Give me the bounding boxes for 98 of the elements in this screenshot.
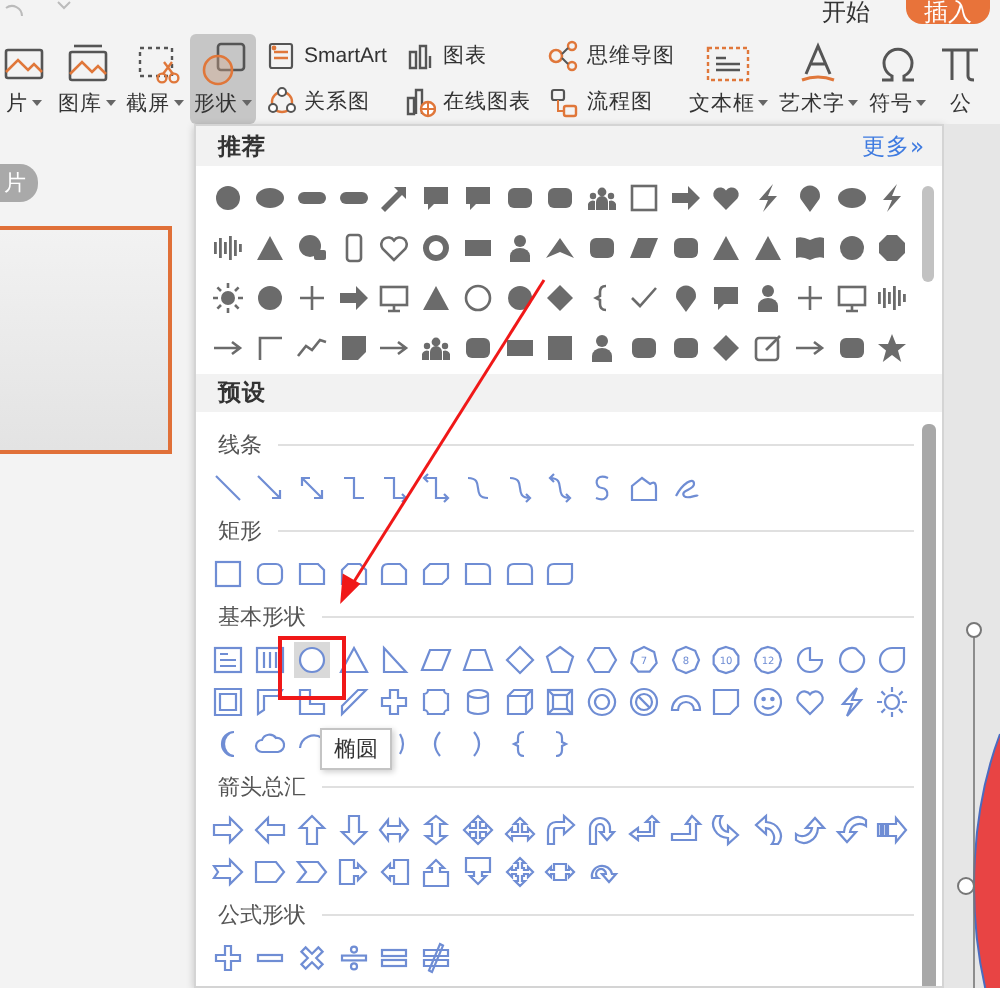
smiley-icon[interactable] bbox=[750, 683, 787, 719]
elbow-double-arrow-connector-icon[interactable] bbox=[418, 469, 455, 505]
curved-arrow-icon[interactable] bbox=[750, 811, 787, 847]
arrow-callout-icon[interactable] bbox=[459, 853, 496, 889]
l-shape-icon[interactable] bbox=[293, 683, 330, 719]
chevron-icon[interactable] bbox=[56, 0, 72, 12]
section-title: 预设 bbox=[218, 378, 266, 408]
down-arrow-icon[interactable] bbox=[335, 811, 372, 847]
half-frame-icon[interactable] bbox=[252, 683, 289, 719]
curved-arrow-icon[interactable] bbox=[708, 811, 745, 847]
scrollbar-thumb[interactable] bbox=[921, 186, 934, 282]
circle-icon[interactable] bbox=[459, 279, 496, 315]
diagonal-stripe-icon[interactable] bbox=[335, 683, 372, 719]
group-title: 公式形状 bbox=[218, 899, 306, 929]
plaque-icon[interactable] bbox=[418, 683, 455, 719]
screenshot-button[interactable]: 截屏 bbox=[122, 34, 188, 124]
section-title: 推荐 bbox=[218, 131, 266, 161]
cycle-diagram-button[interactable]: 关系图 bbox=[262, 83, 391, 120]
sun-icon[interactable] bbox=[874, 683, 911, 719]
arrow-callout-icon[interactable] bbox=[335, 853, 372, 889]
group-title: 箭头总汇 bbox=[218, 771, 306, 801]
resize-handle[interactable] bbox=[966, 622, 982, 638]
picture-button[interactable]: 片 bbox=[0, 34, 52, 124]
smartart-button[interactable]: SmartArt bbox=[262, 38, 391, 75]
ribbon-tab[interactable]: 开始 bbox=[814, 0, 878, 24]
up-arrow-icon[interactable] bbox=[293, 811, 330, 847]
bar-chart-icon bbox=[404, 40, 437, 73]
edit-icon[interactable] bbox=[750, 329, 787, 365]
diamond-icon[interactable] bbox=[501, 641, 538, 677]
tooltip: 椭圆 bbox=[320, 728, 392, 770]
ring-icon[interactable] bbox=[418, 229, 455, 265]
globe-icon[interactable] bbox=[293, 229, 330, 265]
square-icon[interactable] bbox=[210, 555, 247, 591]
striped-arrow-icon[interactable] bbox=[874, 811, 911, 847]
star-icon[interactable] bbox=[874, 329, 911, 365]
octagon-icon[interactable] bbox=[874, 229, 911, 265]
flowchart-button[interactable]: 流程图 bbox=[544, 83, 679, 120]
ring-icon[interactable] bbox=[584, 683, 621, 719]
notched-arrow-icon[interactable] bbox=[210, 853, 247, 889]
frame-icon[interactable] bbox=[210, 683, 247, 719]
shapes-icon bbox=[199, 40, 247, 88]
smartart-icon bbox=[266, 40, 298, 73]
bar-chart-button[interactable]: 图表 bbox=[400, 38, 535, 75]
curved-arrow-icon[interactable] bbox=[833, 811, 870, 847]
u-turn-arrow-icon[interactable] bbox=[584, 811, 621, 847]
cube-icon[interactable] bbox=[501, 683, 538, 719]
shapes-button[interactable]: 形状 bbox=[190, 34, 256, 124]
bent-up-arrow-icon[interactable] bbox=[667, 811, 704, 847]
group-title: 线条 bbox=[218, 429, 262, 459]
text-box-button[interactable]: 文本框 bbox=[684, 34, 773, 124]
not-equal-sign-icon[interactable] bbox=[418, 939, 455, 975]
cycle-diagram-icon bbox=[266, 85, 298, 118]
pie-icon[interactable] bbox=[791, 641, 828, 677]
gallery-button[interactable]: 图库 bbox=[54, 34, 120, 124]
circle-icon[interactable] bbox=[293, 641, 330, 677]
diamond-icon[interactable] bbox=[708, 329, 745, 365]
sun-icon[interactable] bbox=[210, 279, 247, 315]
word-art-button[interactable]: 艺术字 bbox=[774, 34, 863, 124]
cross-icon[interactable] bbox=[376, 683, 413, 719]
flowchart-icon bbox=[548, 85, 581, 118]
symbol-button[interactable]: 符号 bbox=[864, 34, 931, 124]
pentagon-icon[interactable] bbox=[542, 641, 579, 677]
highlight-frame bbox=[278, 636, 346, 700]
arrow-callout-icon[interactable] bbox=[376, 853, 413, 889]
text-box-icon[interactable] bbox=[210, 641, 247, 677]
mind-map-icon bbox=[548, 40, 581, 73]
left-up-arrow-icon[interactable] bbox=[625, 811, 662, 847]
hexagon-icon[interactable] bbox=[584, 641, 621, 677]
square-outline-icon[interactable] bbox=[625, 179, 662, 215]
formula-button[interactable]: 公 bbox=[932, 34, 989, 124]
chord-icon[interactable] bbox=[833, 641, 870, 677]
curved-arrow-icon[interactable] bbox=[791, 811, 828, 847]
teardrop-icon[interactable] bbox=[874, 641, 911, 677]
group-title: 基本形状 bbox=[218, 601, 306, 631]
ellipse-shape[interactable] bbox=[973, 733, 1000, 988]
triangle-icon[interactable] bbox=[335, 641, 372, 677]
bent-arrow-icon[interactable] bbox=[542, 811, 579, 847]
bevel-icon[interactable] bbox=[542, 683, 579, 719]
no-symbol-icon[interactable] bbox=[625, 683, 662, 719]
four-way-arrow-icon[interactable] bbox=[459, 811, 496, 847]
diamond-icon[interactable] bbox=[542, 279, 579, 315]
undo-icon[interactable] bbox=[4, 0, 24, 16]
plus-sign-icon[interactable] bbox=[210, 939, 247, 975]
three-way-arrow-icon[interactable] bbox=[501, 811, 538, 847]
arrow-callout-icon[interactable] bbox=[418, 853, 455, 889]
online-chart-icon bbox=[404, 85, 437, 118]
online-chart-button[interactable]: 在线图表 bbox=[400, 83, 535, 120]
folded-corner-icon[interactable] bbox=[708, 683, 745, 719]
left-arrow-icon[interactable] bbox=[252, 811, 289, 847]
four-way-arrow-callout-icon[interactable] bbox=[501, 853, 538, 889]
resize-handle[interactable] bbox=[957, 877, 975, 895]
mind-map-button[interactable]: 思维导图 bbox=[544, 38, 679, 75]
slide-thumbnail[interactable] bbox=[0, 226, 172, 454]
group-title: 矩形 bbox=[218, 515, 262, 545]
right-arrow-icon[interactable] bbox=[210, 811, 247, 847]
more-link[interactable]: 更多» bbox=[861, 131, 924, 161]
scrollbar-thumb[interactable] bbox=[921, 424, 935, 986]
section-label: 片 bbox=[0, 164, 38, 202]
